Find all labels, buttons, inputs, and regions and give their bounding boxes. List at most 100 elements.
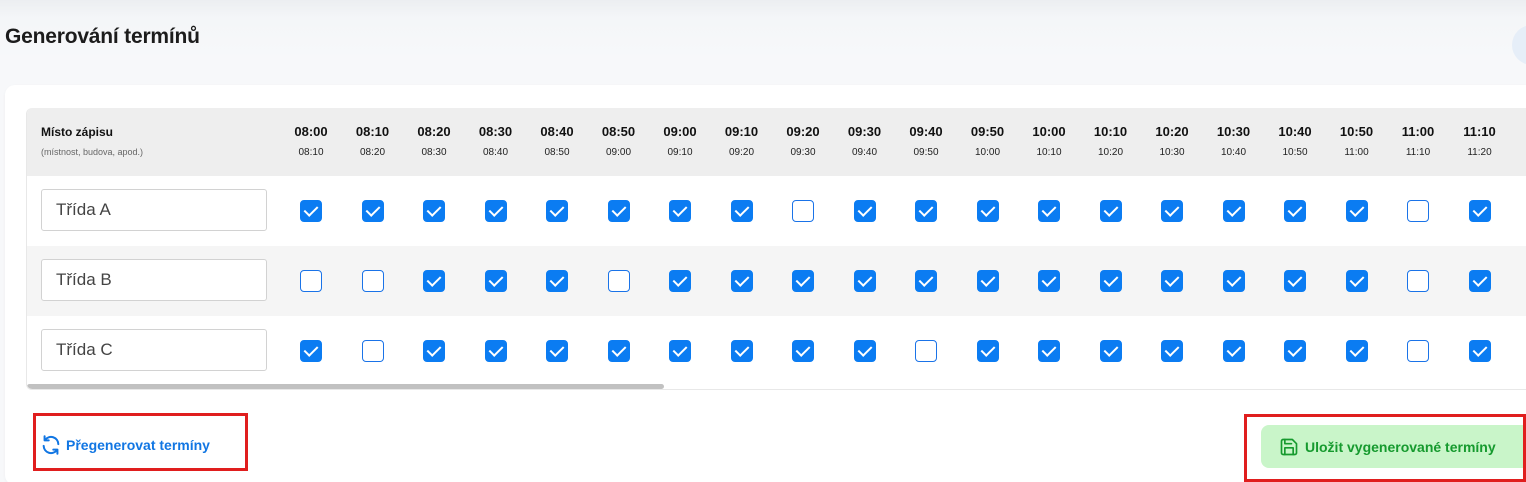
- time-slot-header: 10:30 10:40: [1204, 108, 1264, 176]
- slot-checkbox[interactable]: [484, 340, 507, 362]
- slot-checkbox[interactable]: [853, 200, 876, 222]
- slot-end-time: 08:10: [298, 147, 324, 158]
- slot-checkbox[interactable]: [1407, 270, 1429, 292]
- time-slot-header: 08:20 08:30: [404, 108, 464, 176]
- slot-checkbox[interactable]: [1468, 340, 1491, 362]
- slot-checkbox[interactable]: [300, 270, 322, 292]
- slot-checkbox[interactable]: [1038, 200, 1060, 222]
- slot-checkbox[interactable]: [484, 270, 507, 292]
- place-input[interactable]: [41, 329, 267, 371]
- time-slot-header: 09:50 10:00: [958, 108, 1018, 176]
- time-slot-header: 10:10 10:20: [1081, 108, 1141, 176]
- slot-end-time: 10:30: [1159, 147, 1185, 158]
- slot-end-time: 08:40: [482, 147, 509, 158]
- slot-checkbox[interactable]: [300, 200, 322, 222]
- slot-checkbox[interactable]: [1407, 340, 1429, 362]
- slot-start-time: 11:10: [1463, 124, 1496, 139]
- slot-checkbox[interactable]: [423, 340, 445, 362]
- horizontal-scrollbar[interactable]: [27, 384, 664, 389]
- slot-checkbox[interactable]: [1099, 270, 1122, 292]
- slot-checkbox[interactable]: [361, 340, 384, 362]
- slot-checkbox[interactable]: [669, 270, 691, 292]
- slot-checkbox[interactable]: [792, 270, 814, 292]
- slot-checkbox[interactable]: [915, 270, 937, 292]
- slot-checkbox[interactable]: [1099, 200, 1122, 222]
- page-title: Generování termínů: [5, 25, 200, 48]
- schedule-table: Místo zápisu (místnost, budova, apod.) 0…: [26, 108, 1526, 390]
- slot-checkbox[interactable]: [607, 340, 630, 362]
- slot-checkbox[interactable]: [1222, 340, 1245, 362]
- slot-checkbox[interactable]: [423, 270, 445, 292]
- slot-end-time: 10:40: [1220, 147, 1247, 158]
- slot-checkbox[interactable]: [1345, 270, 1368, 292]
- slot-checkbox[interactable]: [607, 270, 630, 292]
- slot-checkbox[interactable]: [792, 340, 814, 362]
- slot-end-time: 08:50: [544, 147, 570, 158]
- slot-checkbox[interactable]: [1161, 270, 1183, 292]
- slot-start-time: 09:00: [663, 124, 697, 139]
- place-column-hint: (místnost, budova, apod.): [41, 147, 144, 157]
- slot-checkbox[interactable]: [1099, 340, 1122, 362]
- slot-checkbox[interactable]: [915, 340, 937, 362]
- slot-checkbox[interactable]: [1284, 340, 1306, 362]
- slot-end-time: 09:50: [913, 147, 939, 158]
- place-column-header: Místo zápisu: [41, 125, 114, 139]
- slot-checkbox[interactable]: [730, 270, 753, 292]
- slot-checkbox[interactable]: [1284, 270, 1306, 292]
- slot-end-time: 08:30: [421, 147, 447, 158]
- slot-start-time: 09:20: [786, 124, 820, 139]
- place-input[interactable]: [41, 189, 267, 231]
- slot-checkbox[interactable]: [300, 340, 322, 362]
- slot-checkbox[interactable]: [546, 270, 568, 292]
- slot-checkbox[interactable]: [1038, 270, 1060, 292]
- time-slot-header: 08:40 08:50: [527, 108, 587, 176]
- slot-checkbox[interactable]: [669, 200, 691, 222]
- slot-checkbox[interactable]: [976, 200, 999, 222]
- slot-checkbox[interactable]: [669, 340, 691, 362]
- time-slot-header: 11:00 11:10: [1388, 108, 1448, 176]
- time-slot-header: 08:00 08:10: [281, 108, 341, 176]
- slot-checkbox[interactable]: [1407, 200, 1429, 222]
- slot-end-time: 09:10: [667, 147, 693, 158]
- time-slot-header: 10:40 10:50: [1265, 108, 1325, 176]
- slot-checkbox[interactable]: [361, 200, 384, 222]
- slot-checkbox[interactable]: [1161, 200, 1183, 222]
- slot-start-time: 10:00: [1032, 124, 1066, 139]
- slot-start-time: 08:00: [294, 124, 328, 139]
- slot-checkbox[interactable]: [730, 200, 753, 222]
- slot-checkbox[interactable]: [976, 270, 999, 292]
- slot-checkbox[interactable]: [853, 270, 876, 292]
- slot-end-time: 10:50: [1282, 147, 1308, 158]
- slot-checkbox[interactable]: [1468, 270, 1491, 292]
- slot-end-time: 10:10: [1036, 147, 1062, 158]
- slot-checkbox[interactable]: [1345, 340, 1368, 362]
- slot-checkbox[interactable]: [546, 340, 568, 362]
- time-slot-header: 09:40 09:50: [896, 108, 956, 176]
- slot-end-time: 09:40: [851, 147, 878, 158]
- slot-start-time: 09:10: [724, 124, 759, 139]
- slot-checkbox[interactable]: [730, 340, 753, 362]
- slot-checkbox[interactable]: [361, 270, 384, 292]
- slot-checkbox[interactable]: [1468, 200, 1491, 222]
- slot-end-time: 09:30: [790, 147, 816, 158]
- slot-checkbox[interactable]: [1345, 200, 1368, 222]
- slot-checkbox[interactable]: [546, 200, 568, 222]
- time-slot-header: 10:20 10:30: [1142, 108, 1202, 176]
- slot-checkbox[interactable]: [423, 200, 445, 222]
- slot-start-time: 10:50: [1339, 124, 1374, 139]
- slot-checkbox[interactable]: [792, 200, 814, 222]
- time-slot-header: 09:10 09:20: [712, 108, 772, 176]
- slot-checkbox[interactable]: [1222, 200, 1245, 222]
- place-input[interactable]: [41, 259, 267, 301]
- slot-checkbox[interactable]: [1038, 340, 1060, 362]
- slot-checkbox[interactable]: [976, 340, 999, 362]
- slot-checkbox[interactable]: [607, 200, 630, 222]
- slot-checkbox[interactable]: [1284, 200, 1306, 222]
- slot-checkbox[interactable]: [484, 200, 507, 222]
- highlight-box-regenerate: [33, 413, 248, 471]
- slot-end-time: 08:20: [359, 147, 386, 158]
- slot-checkbox[interactable]: [915, 200, 937, 222]
- slot-checkbox[interactable]: [1222, 270, 1245, 292]
- slot-checkbox[interactable]: [1161, 340, 1183, 362]
- slot-checkbox[interactable]: [853, 340, 876, 362]
